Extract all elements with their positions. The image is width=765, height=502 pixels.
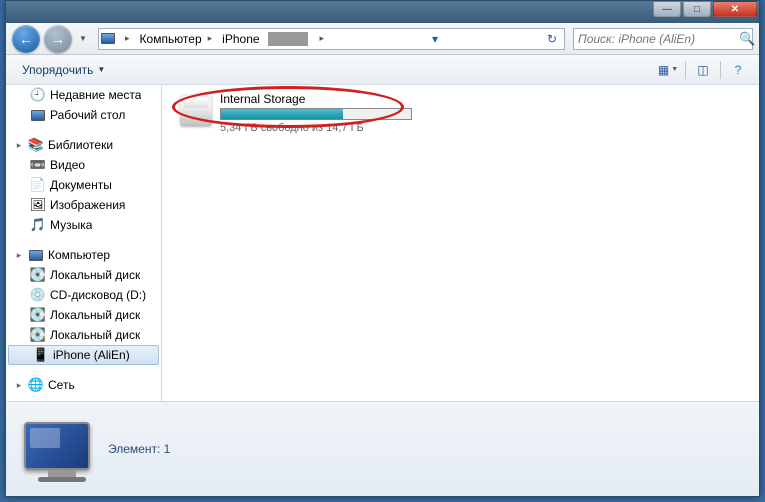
sidebar-computer[interactable]: ▸Компьютер (6, 245, 161, 265)
breadcrumb-computer[interactable]: Компьютер▸ (134, 29, 217, 49)
expand-icon[interactable]: ▸ (14, 380, 24, 391)
sidebar-item-disk-2[interactable]: 💽Локальный диск (6, 305, 161, 325)
explorer-window: — □ ✕ ← → ▼ ▸ Компьютер▸ iPhone▸ ▾ ↻ 🔍 У… (5, 0, 760, 497)
details-text: Элемент: 1 (108, 442, 170, 456)
organize-button[interactable]: Упорядочить▼ (14, 60, 113, 80)
expand-icon[interactable]: ▸ (14, 140, 24, 151)
sidebar-item-recent[interactable]: 🕘Недавние места (6, 85, 161, 105)
drive-icon: 💽 (30, 327, 46, 343)
recent-icon: 🕘 (30, 87, 46, 103)
sidebar-item-video[interactable]: 📼Видео (6, 155, 161, 175)
expand-icon[interactable]: ▸ (14, 250, 24, 261)
navigation-pane: 🕘Недавние места Рабочий стол ▸📚Библиотек… (6, 85, 161, 401)
storage-name: Internal Storage (220, 92, 412, 106)
refresh-button[interactable]: ↻ (542, 32, 562, 46)
forward-button[interactable]: → (44, 25, 72, 53)
help-button[interactable]: ? (725, 59, 751, 81)
drive-icon (180, 94, 212, 126)
breadcrumb-iphone[interactable]: iPhone▸ (216, 29, 328, 49)
sidebar-item-documents[interactable]: 📄Документы (6, 175, 161, 195)
music-icon: 🎵 (30, 217, 46, 233)
sidebar-item-desktop[interactable]: Рабочий стол (6, 105, 161, 125)
sidebar-item-cd[interactable]: 💿CD-дисковод (D:) (6, 285, 161, 305)
cd-icon: 💿 (30, 287, 46, 303)
close-button[interactable]: ✕ (713, 1, 757, 17)
address-bar[interactable]: ▸ Компьютер▸ iPhone▸ ▾ ↻ (98, 28, 565, 50)
search-icon[interactable]: 🔍 (739, 31, 755, 47)
libraries-icon: 📚 (28, 137, 44, 153)
history-dropdown[interactable]: ▼ (76, 29, 90, 49)
sidebar-item-images[interactable]: 🖼Изображения (6, 195, 161, 215)
desktop-icon (30, 107, 46, 123)
sidebar-network[interactable]: ▸🌐Сеть (6, 375, 161, 395)
network-icon: 🌐 (28, 377, 44, 393)
toolbar: Упорядочить▼ ▦▼ ◫ ? (6, 55, 759, 85)
view-button[interactable]: ▦▼ (655, 59, 681, 81)
search-box[interactable]: 🔍 (573, 28, 753, 50)
sidebar-item-music[interactable]: 🎵Музыка (6, 215, 161, 235)
navbar: ← → ▼ ▸ Компьютер▸ iPhone▸ ▾ ↻ 🔍 (6, 23, 759, 55)
details-pane: Элемент: 1 (6, 401, 759, 496)
titlebar: — □ ✕ (6, 1, 759, 23)
sidebar-item-disk-3[interactable]: 💽Локальный диск (6, 325, 161, 345)
maximize-button[interactable]: □ (683, 1, 711, 17)
search-input[interactable] (578, 32, 735, 46)
video-icon: 📼 (30, 157, 46, 173)
minimize-button[interactable]: — (653, 1, 681, 17)
nav-scroll[interactable]: 🕘Недавние места Рабочий стол ▸📚Библиотек… (6, 85, 161, 401)
preview-pane-button[interactable]: ◫ (690, 59, 716, 81)
breadcrumb-root[interactable]: ▸ (119, 29, 134, 49)
content-pane[interactable]: Internal Storage 5,34 ГБ свободно из 14,… (162, 85, 759, 401)
location-icon (101, 31, 119, 47)
sidebar-libraries[interactable]: ▸📚Библиотеки (6, 135, 161, 155)
images-icon: 🖼 (30, 197, 46, 213)
details-thumbnail (18, 418, 96, 480)
documents-icon: 📄 (30, 177, 46, 193)
drive-icon: 💽 (30, 307, 46, 323)
storage-item[interactable]: Internal Storage 5,34 ГБ свободно из 14,… (176, 88, 416, 138)
phone-icon: 📱 (33, 347, 49, 363)
storage-bar (220, 108, 412, 120)
drive-icon: 💽 (30, 267, 46, 283)
refresh-dropdown[interactable]: ▾ (425, 32, 445, 46)
sidebar-item-disk-0[interactable]: 💽Локальный диск (6, 265, 161, 285)
back-button[interactable]: ← (12, 25, 40, 53)
computer-icon (28, 247, 44, 263)
storage-free-text: 5,34 ГБ свободно из 14,7 ГБ (220, 122, 412, 134)
sidebar-item-iphone[interactable]: 📱iPhone (AliEn) (8, 345, 159, 365)
